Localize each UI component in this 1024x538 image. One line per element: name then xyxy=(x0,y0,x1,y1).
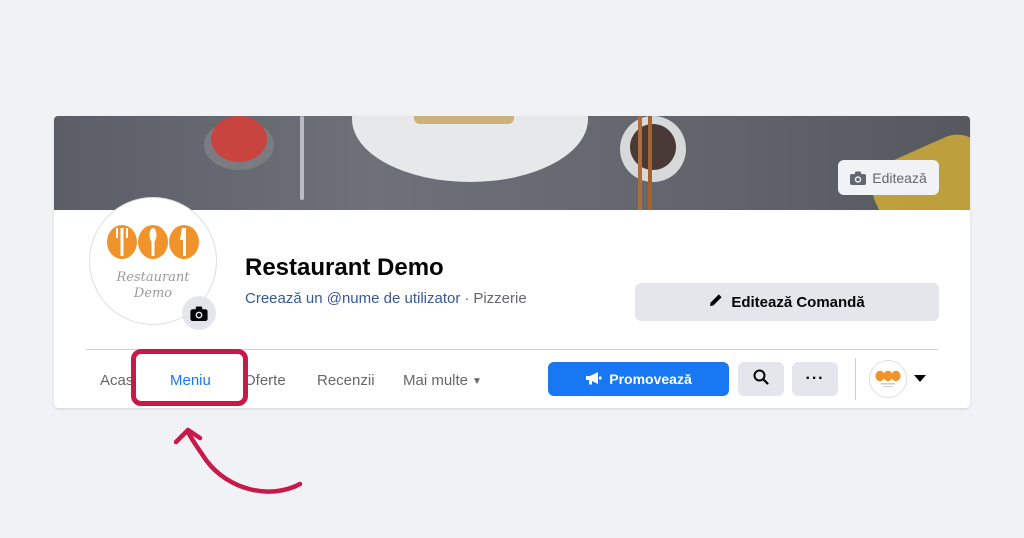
promote-button[interactable]: Promovează xyxy=(548,362,729,396)
account-switcher-caret-icon[interactable] xyxy=(914,375,926,382)
cover-sauce-cup-decor xyxy=(630,124,676,170)
cover-photo[interactable]: Editează xyxy=(54,116,970,210)
tab-home[interactable]: Acasă xyxy=(100,372,134,389)
search-icon xyxy=(753,369,769,390)
update-profile-picture-button[interactable] xyxy=(182,296,216,330)
restaurant-logo xyxy=(107,225,199,259)
edit-order-button[interactable]: Editează Comandă xyxy=(635,283,939,321)
tab-offers[interactable]: Oferte xyxy=(244,372,286,389)
annotation-arrow-icon xyxy=(173,427,303,494)
tab-more-label: Mai multe xyxy=(403,372,469,389)
megaphone-icon xyxy=(585,371,602,388)
pencil-icon xyxy=(709,293,723,311)
cover-utensil-decor xyxy=(300,116,304,200)
edit-cover-label: Editează xyxy=(872,169,927,186)
cover-chopstick-decor xyxy=(648,116,652,210)
edit-order-label: Editează Comandă xyxy=(731,293,865,311)
tab-reviews[interactable]: Recenzii xyxy=(317,372,375,389)
page-subtitle: Creează un @nume de utilizator · Pizzerie xyxy=(245,290,527,307)
annotation-highlight-box xyxy=(131,349,248,406)
camera-icon xyxy=(850,171,867,185)
account-switcher-avatar[interactable] xyxy=(870,361,906,397)
caret-down-icon: ▼ xyxy=(472,376,482,387)
more-options-button[interactable]: ··· xyxy=(792,362,838,396)
more-options-icon: ··· xyxy=(805,370,825,387)
cover-food-decor xyxy=(414,116,514,124)
edit-cover-button[interactable]: Editează xyxy=(838,160,939,195)
actions-separator xyxy=(855,358,856,400)
page-category[interactable]: Pizzerie xyxy=(473,290,526,307)
profile-picture[interactable]: Restaurant Demo xyxy=(90,198,216,330)
create-username-link[interactable]: Creează un @nume de utilizator xyxy=(245,290,460,307)
promote-label: Promovează xyxy=(609,371,692,387)
page-title: Restaurant Demo xyxy=(245,254,444,281)
cover-chopstick-decor xyxy=(638,116,642,210)
search-button[interactable] xyxy=(738,362,784,396)
camera-icon xyxy=(190,306,208,321)
tab-more[interactable]: Mai multe ▼ xyxy=(403,372,482,389)
restaurant-logo-small xyxy=(875,370,901,388)
logo-text-line1: Restaurant xyxy=(116,270,190,285)
cover-sauce-decor xyxy=(211,116,267,162)
separator-dot: · xyxy=(464,290,470,307)
cover-plate-decor xyxy=(352,116,588,182)
